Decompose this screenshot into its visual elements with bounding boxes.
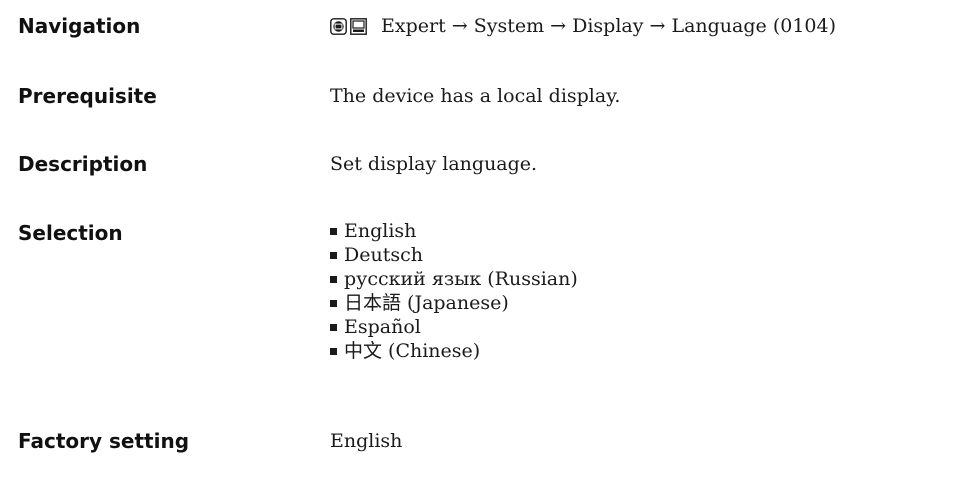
factory-setting-value: English <box>330 430 403 452</box>
bullet-icon <box>330 275 337 283</box>
selection-list: English Deutsch русский язык (Russian) 日… <box>330 219 578 363</box>
prerequisite-row: Prerequisite The device has a local disp… <box>18 82 968 110</box>
bullet-icon <box>330 347 337 355</box>
bullet-icon <box>330 323 337 331</box>
selection-item: English <box>330 219 578 243</box>
description-label: Description <box>18 152 148 176</box>
selection-item: Español <box>330 315 578 339</box>
selection-item-label: 中文 (Chinese) <box>344 340 481 362</box>
navigation-row: Navigation Expert → System → Display → L… <box>18 12 968 40</box>
navigation-icons <box>330 17 367 35</box>
selection-item-label: Español <box>344 316 421 338</box>
selection-item-label: 日本語 (Japanese) <box>344 292 509 314</box>
selection-row: Selection English Deutsch русский язык (… <box>18 219 968 363</box>
prerequisite-label: Prerequisite <box>18 84 157 108</box>
prerequisite-value: The device has a local display. <box>330 85 621 107</box>
selection-label: Selection <box>18 221 123 245</box>
description-value: Set display language. <box>330 153 538 175</box>
navigation-label: Navigation <box>18 14 141 38</box>
factory-setting-row: Factory setting English <box>18 427 968 455</box>
selection-item: 日本語 (Japanese) <box>330 291 578 315</box>
navigation-path: Expert → System → Display → Language (01… <box>381 15 836 37</box>
bullet-icon <box>330 251 337 259</box>
selection-item: 中文 (Chinese) <box>330 339 578 363</box>
selection-options: English Deutsch русский язык (Russian) 日… <box>330 219 578 363</box>
bullet-icon <box>330 227 337 235</box>
display-list-icon <box>350 17 367 35</box>
selection-item: русский язык (Russian) <box>330 267 578 291</box>
description-row: Description Set display language. <box>18 150 968 178</box>
selection-item-label: русский язык (Russian) <box>344 268 578 290</box>
selection-item-label: English <box>344 220 417 242</box>
selection-item-label: Deutsch <box>344 244 423 266</box>
bullet-icon <box>330 299 337 307</box>
navigation-value: Expert → System → Display → Language (01… <box>330 12 836 40</box>
factory-setting-label: Factory setting <box>18 429 190 453</box>
display-operation-icon <box>330 17 347 35</box>
selection-item: Deutsch <box>330 243 578 267</box>
